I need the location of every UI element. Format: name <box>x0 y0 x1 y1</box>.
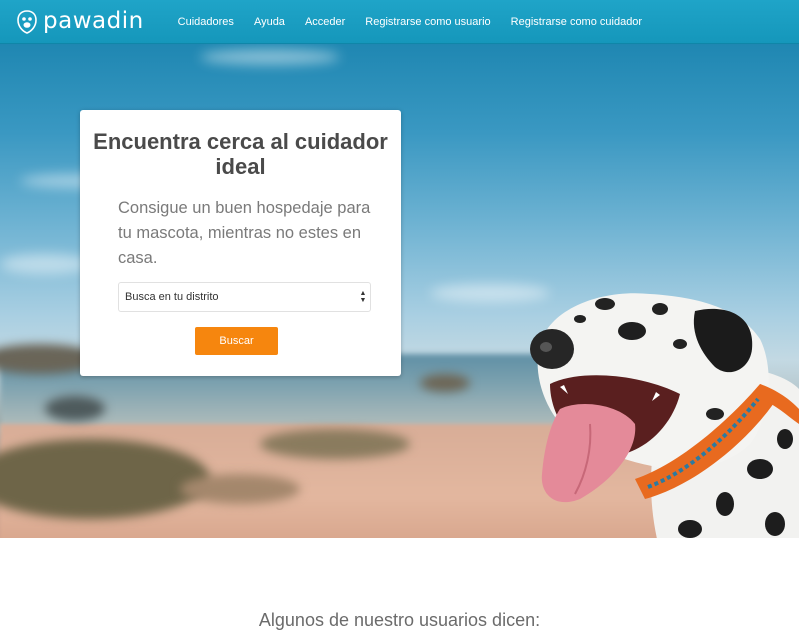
nav-item-register-user[interactable]: Registrarse como usuario <box>365 16 490 28</box>
hero-banner: Encuentra cerca al cuidador ideal Consig… <box>0 44 799 538</box>
card-title: Encuentra cerca al cuidador ideal <box>93 129 388 179</box>
nav-item-register-caregiver[interactable]: Registrarse como cuidador <box>511 16 642 28</box>
district-select[interactable]: Busca en tu distrito ▲ ▼ <box>118 282 371 312</box>
nav-item-ayuda[interactable]: Ayuda <box>254 16 285 28</box>
dalmatian-dog-image <box>530 293 799 538</box>
brand-name: pawadin <box>43 8 144 34</box>
nav-links: Cuidadores Ayuda Acceder Registrarse com… <box>178 16 662 28</box>
search-card: Encuentra cerca al cuidador ideal Consig… <box>80 110 401 376</box>
rock <box>420 374 470 392</box>
brand-logo[interactable]: pawadin <box>15 0 144 44</box>
cloud <box>0 254 90 274</box>
district-select-value: Busca en tu distrito <box>125 291 219 303</box>
select-arrows-icon: ▲ ▼ <box>359 290 367 304</box>
rock <box>45 396 105 421</box>
search-button[interactable]: Buscar <box>195 327 278 355</box>
rock <box>260 429 410 459</box>
cloud <box>200 49 340 65</box>
card-subtitle: Consigue un buen hospedaje para tu masco… <box>118 199 371 267</box>
nav-item-acceder[interactable]: Acceder <box>305 16 345 28</box>
paw-badge-icon <box>17 9 37 34</box>
nav-item-cuidadores[interactable]: Cuidadores <box>178 16 234 28</box>
rock <box>180 474 300 504</box>
top-navbar: pawadin Cuidadores Ayuda Acceder Registr… <box>0 0 799 44</box>
